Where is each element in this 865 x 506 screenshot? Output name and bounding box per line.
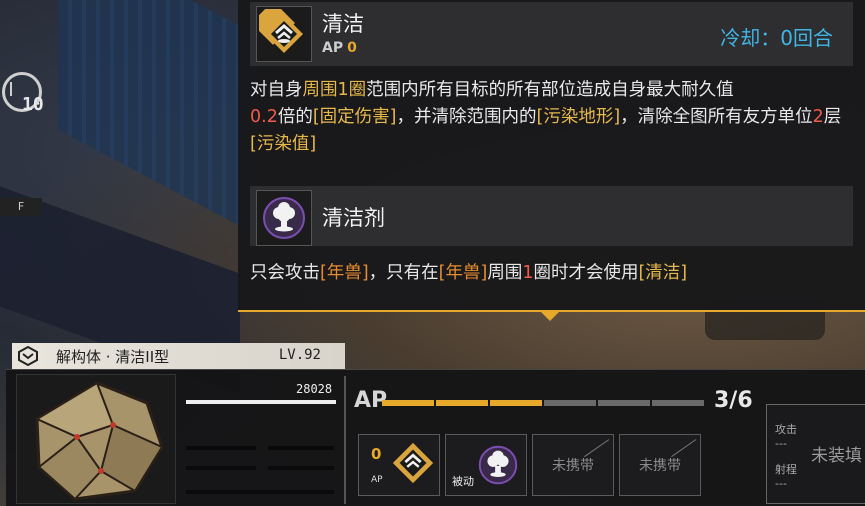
skill-ap-cost: AP 0 xyxy=(322,40,357,56)
skill-header-cleaner: 清洁剂 xyxy=(250,186,853,246)
skill-slot-passive[interactable]: 被动 xyxy=(445,434,527,496)
ap-value: 0 xyxy=(347,40,357,56)
clean-skill-icon xyxy=(256,6,312,62)
desc-keyword: [污染地形] xyxy=(536,107,621,127)
desc-number: 1 xyxy=(522,263,534,283)
skill-description-clean: 对自身周围1圈范围内所有目标的所有部位造成自身最大耐久值 0.2倍的[固定伤害]，… xyxy=(250,77,850,158)
desc-text: 只会攻击 xyxy=(250,263,320,283)
attack-label: 攻击 xyxy=(775,423,797,436)
range-value: --- xyxy=(775,477,787,490)
unit-portrait xyxy=(16,374,176,504)
turn-timer[interactable]: 10 F xyxy=(0,70,44,216)
ap-segment-filled xyxy=(382,400,434,406)
weapon-info-box[interactable]: 攻击 --- 射程 --- 未装填 xyxy=(766,404,865,504)
weapon-status: 未装填 xyxy=(811,446,862,466)
ap-tag: AP xyxy=(322,40,344,56)
unit-title-bar: 解构体 · 清洁II型 LV.92 xyxy=(12,343,345,369)
skill-cooldown: 冷却：0回合 xyxy=(720,26,833,50)
slot-ap-label: AP xyxy=(371,475,383,485)
skill-slot-clean[interactable]: 0 AP xyxy=(358,434,440,496)
attack-value: --- xyxy=(775,437,787,450)
desc-highlight: 周围1圈 xyxy=(302,80,367,100)
desc-keyword: [固定伤害] xyxy=(312,107,397,127)
ap-segment-filled xyxy=(490,400,542,406)
hp-bar xyxy=(186,400,336,404)
desc-text: 层 xyxy=(823,107,842,127)
slot-passive-label: 被动 xyxy=(452,475,474,488)
ap-count: 3/6 xyxy=(714,388,753,413)
timer-hotkey: F xyxy=(0,198,42,216)
skill-tooltip: 清洁 AP 0 冷却：0回合 对自身周围1圈范围内所有目标的所有部位造成自身最大耐… xyxy=(238,0,865,321)
timer-value: 10 xyxy=(22,94,44,115)
skill-slot-empty[interactable]: 未携带 xyxy=(619,434,701,496)
skill-name: 清洁 xyxy=(322,12,364,36)
clean-skill-icon xyxy=(392,442,434,484)
cleaner-skill-icon xyxy=(256,190,312,246)
hp-value: 28028 xyxy=(296,382,333,396)
unit-name: 解构体 · 清洁II型 xyxy=(56,348,170,366)
desc-text: 范围内所有目标的所有部位造成自身最大耐久值 xyxy=(366,80,734,100)
cleaner-skill-icon xyxy=(478,445,518,485)
desc-keyword: [年兽] xyxy=(438,263,488,283)
slot-empty-label: 未携带 xyxy=(552,458,594,474)
desc-text: ，清除全图所有友方单位 xyxy=(620,107,813,127)
skill-name: 清洁剂 xyxy=(322,206,385,230)
desc-text: 倍的 xyxy=(277,107,313,127)
stat-bar xyxy=(186,466,256,470)
stat-bar xyxy=(186,490,334,494)
clock-hand xyxy=(10,82,12,96)
range-label: 射程 xyxy=(775,463,797,476)
ap-segment-empty xyxy=(544,400,596,406)
skill-description-cleaner: 只会攻击[年兽]，只有在[年兽]周围1圈时才会使用[清洁] xyxy=(250,260,850,287)
unit-level: LV.92 xyxy=(278,347,321,363)
desc-number: 2 xyxy=(812,107,824,127)
desc-keyword: [年兽] xyxy=(320,263,369,283)
slot-ap-value: 0 xyxy=(371,445,382,463)
ap-segment-empty xyxy=(598,400,650,406)
desc-text: 周围 xyxy=(487,263,523,283)
stat-bar xyxy=(186,446,256,450)
tooltip-pointer xyxy=(540,311,560,321)
desc-number: 0.2 xyxy=(250,107,278,127)
desc-text: ，只有在 xyxy=(368,263,439,283)
ap-segment-empty xyxy=(652,400,704,406)
desc-keyword: [污染值] xyxy=(250,134,317,154)
desc-text: 圈时才会使用 xyxy=(533,263,639,283)
skill-slot-empty[interactable]: 未携带 xyxy=(532,434,614,496)
unit-class-icon xyxy=(18,346,38,366)
shipping-container xyxy=(58,0,248,231)
desc-keyword: [清洁] xyxy=(638,263,688,283)
ap-segment-filled xyxy=(436,400,488,406)
stat-bar xyxy=(268,446,334,450)
panel-divider xyxy=(344,376,346,504)
unit-info-panel: 28028 AP 3/6 0 AP 被动 未携带 未携带 攻击 --- 射程 -… xyxy=(6,369,865,506)
desc-text: 对自身 xyxy=(250,80,303,100)
skill-header-clean: 清洁 AP 0 冷却：0回合 xyxy=(250,2,853,66)
slot-empty-label: 未携带 xyxy=(639,458,681,474)
stat-bar xyxy=(268,466,334,470)
desc-text: ，并清除范围内的 xyxy=(396,107,537,127)
